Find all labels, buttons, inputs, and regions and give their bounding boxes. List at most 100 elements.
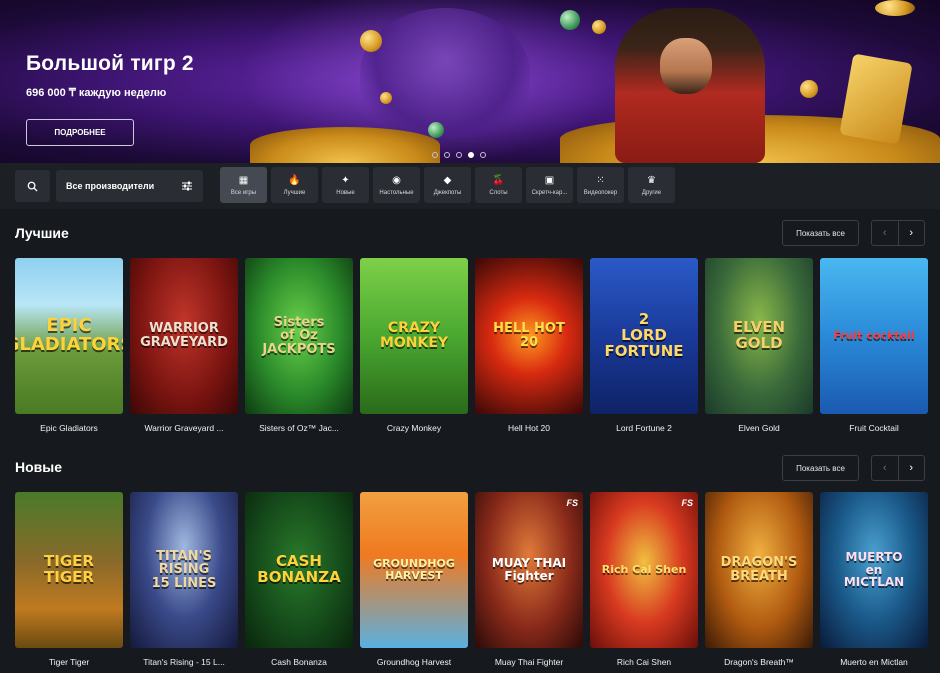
providers-dropdown[interactable]: Все производители: [56, 170, 203, 202]
category-label: Слоты: [489, 189, 508, 196]
game-thumbnail[interactable]: MUERTO en MICTLAN: [820, 492, 928, 648]
game-art-logo: HELL HOT 20: [493, 321, 565, 350]
game-name: Fruit Cocktail: [849, 423, 899, 433]
category-tab[interactable]: ◆ Джекпоты: [424, 167, 471, 203]
banner-subtitle: 696 000 ₸ каждую неделю: [26, 87, 167, 99]
game-card[interactable]: TIGER TIGER Tiger Tiger: [15, 492, 123, 667]
scratch-card-icon: ▣: [544, 174, 555, 186]
game-card[interactable]: 2 LORD FORTUNE Lord Fortune 2: [590, 258, 698, 433]
game-name: Hell Hot 20: [507, 423, 551, 433]
category-tab[interactable]: ◉ Настольные: [373, 167, 420, 203]
show-all-new-button[interactable]: Показать все: [782, 455, 859, 481]
game-name: Lord Fortune 2: [616, 423, 672, 433]
game-thumbnail[interactable]: TIGER TIGER: [15, 492, 123, 648]
game-card[interactable]: MUERTO en MICTLAN Muerto en Mictlan: [820, 492, 928, 667]
game-card[interactable]: DRAGON'S BREATH Dragon's Breath™: [705, 492, 813, 667]
search-icon: [27, 181, 38, 192]
game-card[interactable]: HELL HOT 20 Hell Hot 20: [475, 258, 583, 433]
game-card[interactable]: Fruit cocktail Fruit Cocktail: [820, 258, 928, 433]
game-thumbnail[interactable]: TITAN'S RISING 15 LINES: [130, 492, 238, 648]
game-art-logo: TITAN'S RISING 15 LINES: [151, 548, 217, 591]
chevron-left-icon[interactable]: ‹: [872, 221, 899, 245]
game-card[interactable]: Rich Cai Shen FS Rich Cai Shen: [590, 492, 698, 667]
game-thumbnail[interactable]: ELVEN GOLD: [705, 258, 813, 414]
best-carousel-arrows: ‹ ›: [871, 220, 925, 246]
game-art-logo: Sisters of Oz JACKPOTS: [262, 314, 336, 357]
chip-icon: ◉: [392, 174, 401, 186]
game-card[interactable]: CASH BONANZA Cash Bonanza: [245, 492, 353, 667]
game-art-logo: DRAGON'S BREATH: [720, 555, 798, 584]
game-thumbnail[interactable]: CRAZY MONKEY: [360, 258, 468, 414]
banner-pirate-face: [660, 38, 712, 94]
game-name: Titan's Rising - 15 L...: [143, 657, 225, 667]
game-card[interactable]: WARRIOR GRAVEYARD Warrior Graveyard ...: [130, 258, 238, 433]
category-tab[interactable]: 🍒 Слоты: [475, 167, 522, 203]
flame-icon: 🔥: [288, 174, 301, 186]
game-name: Crazy Monkey: [386, 423, 442, 433]
category-label: Лучшие: [283, 189, 306, 196]
providers-label: Все производители: [66, 181, 155, 191]
coin-decoration: [800, 80, 818, 98]
category-tab[interactable]: ▣ Скретч-кар...: [526, 167, 573, 203]
coin-decoration: [875, 0, 915, 16]
game-name: Dragon's Breath™: [724, 657, 794, 667]
game-name: Epic Gladiators: [40, 423, 98, 433]
coin-decoration: [360, 30, 382, 52]
game-thumbnail[interactable]: GROUNDHOG HARVEST: [360, 492, 468, 648]
chevron-left-icon[interactable]: ‹: [872, 456, 899, 480]
carousel-dot[interactable]: [444, 152, 450, 158]
game-thumbnail[interactable]: MUAY THAI Fighter FS: [475, 492, 583, 648]
game-art-logo: GROUNDHOG HARVEST: [373, 557, 455, 582]
new-badge-icon: ✦: [341, 174, 350, 186]
game-art-logo: Rich Cai Shen: [601, 563, 687, 577]
game-card[interactable]: ELVEN GOLD Elven Gold: [705, 258, 813, 433]
search-button[interactable]: [15, 170, 50, 202]
game-thumbnail[interactable]: Sisters of Oz JACKPOTS: [245, 258, 353, 414]
category-tab[interactable]: ▦ Все игры: [220, 167, 267, 203]
game-card[interactable]: CRAZY MONKEY Crazy Monkey: [360, 258, 468, 433]
carousel-dots: [432, 152, 486, 158]
game-card[interactable]: TITAN'S RISING 15 LINES Titan's Rising - …: [130, 492, 238, 667]
carousel-dot[interactable]: [456, 152, 462, 158]
game-card[interactable]: EPIC GLADIATORS Epic Gladiators: [15, 258, 123, 433]
banner-skull-art: [360, 8, 530, 138]
show-all-best-button[interactable]: Показать все: [782, 220, 859, 246]
category-tab[interactable]: ⁙ Видеопокер: [577, 167, 624, 203]
game-thumbnail[interactable]: HELL HOT 20: [475, 258, 583, 414]
game-card[interactable]: MUAY THAI Fighter FS Muay Thai Fighter: [475, 492, 583, 667]
game-art-logo: WARRIOR GRAVEYARD: [140, 321, 228, 350]
carousel-dot[interactable]: [468, 152, 474, 158]
game-thumbnail[interactable]: DRAGON'S BREATH: [705, 492, 813, 648]
game-thumbnail[interactable]: CASH BONANZA: [245, 492, 353, 648]
game-thumbnail[interactable]: Rich Cai Shen FS: [590, 492, 698, 648]
game-thumbnail[interactable]: EPIC GLADIATORS: [15, 258, 123, 414]
game-name: Tiger Tiger: [48, 657, 90, 667]
game-name: Warrior Graveyard ...: [144, 423, 224, 433]
game-thumbnail[interactable]: WARRIOR GRAVEYARD: [130, 258, 238, 414]
category-tab[interactable]: ✦ Новые: [322, 167, 369, 203]
category-label: Другие: [641, 189, 662, 196]
dice-icon: ⁙: [596, 174, 605, 186]
carousel-dot[interactable]: [432, 152, 438, 158]
carousel-dot[interactable]: [480, 152, 486, 158]
category-label: Настольные: [379, 189, 414, 196]
banner-details-button[interactable]: ПОДРОБНЕЕ: [26, 119, 134, 146]
coin-decoration: [428, 122, 444, 138]
game-art-logo: CASH BONANZA: [257, 552, 341, 586]
promo-banner[interactable]: Большой тигр 2 696 000 ₸ каждую неделю П…: [0, 0, 940, 163]
coin-decoration: [380, 92, 392, 104]
game-card[interactable]: Sisters of Oz JACKPOTS Sisters of Oz™ Jac…: [245, 258, 353, 433]
game-card[interactable]: GROUNDHOG HARVEST Groundhog Harvest: [360, 492, 468, 667]
game-art-logo: MUERTO en MICTLAN: [843, 550, 905, 590]
best-games-row: EPIC GLADIATORS Epic Gladiators WARRIOR GR…: [15, 258, 928, 433]
game-thumbnail[interactable]: Fruit cocktail: [820, 258, 928, 414]
section-title-best: Лучшие: [15, 225, 69, 241]
game-art-logo: Fruit cocktail: [833, 329, 915, 343]
banner-gold-pile: [250, 127, 440, 163]
game-thumbnail[interactable]: 2 LORD FORTUNE: [590, 258, 698, 414]
category-tab[interactable]: 🔥 Лучшие: [271, 167, 318, 203]
new-games-row: TIGER TIGER Tiger Tiger TITAN'S RISING 15 …: [15, 492, 928, 667]
chevron-right-icon[interactable]: ›: [899, 221, 925, 245]
chevron-right-icon[interactable]: ›: [899, 456, 925, 480]
category-tab[interactable]: ♛ Другие: [628, 167, 675, 203]
